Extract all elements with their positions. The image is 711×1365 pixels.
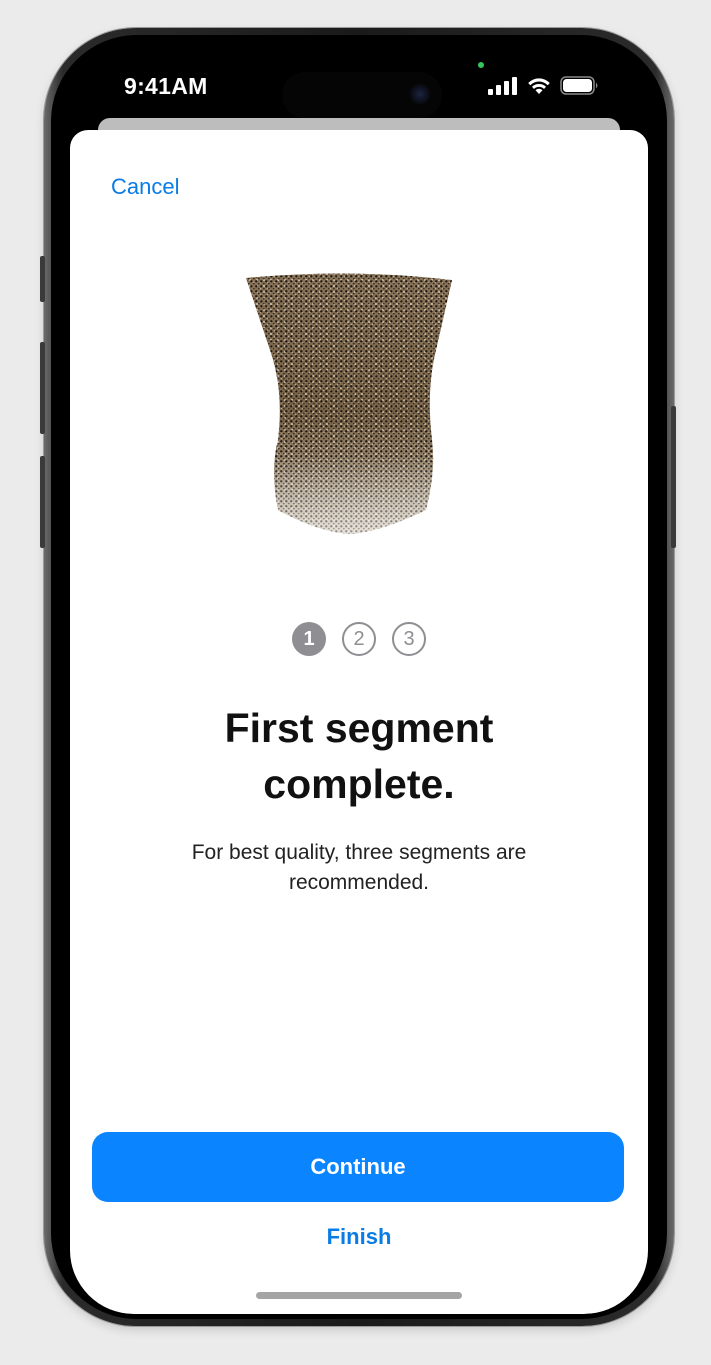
continue-button[interactable]: Continue bbox=[92, 1132, 624, 1202]
step-indicator-2: 2 bbox=[342, 622, 376, 656]
cancel-button[interactable]: Cancel bbox=[111, 174, 179, 200]
power-button bbox=[671, 406, 676, 548]
status-time: 9:41AM bbox=[124, 73, 208, 99]
phone-screen: 9:41AM Cancel 1 2 3 First segment comple… bbox=[58, 40, 660, 1314]
description-line-2: recommended. bbox=[288, 871, 430, 894]
volume-down-button bbox=[40, 456, 45, 548]
segment-progress: 1 2 3 bbox=[70, 622, 648, 656]
finish-button[interactable]: Finish bbox=[70, 1224, 648, 1250]
battery-icon bbox=[560, 76, 598, 95]
status-bar: 9:41AM bbox=[58, 40, 660, 120]
title-line-2: complete. bbox=[263, 761, 455, 807]
signal-icon bbox=[488, 76, 517, 95]
point-cloud-scan-image bbox=[240, 270, 460, 550]
modal-sheet: Cancel 1 2 3 First segment complete. For… bbox=[70, 130, 648, 1314]
status-icons bbox=[488, 76, 600, 95]
step-indicator-1: 1 bbox=[292, 622, 326, 656]
camera-in-use-indicator bbox=[478, 62, 484, 68]
description-line-1: For best quality, three segments are bbox=[191, 841, 527, 864]
volume-up-button bbox=[40, 342, 45, 434]
home-indicator bbox=[256, 1292, 462, 1299]
step-indicator-3: 3 bbox=[392, 622, 426, 656]
description: For best quality, three segments are rec… bbox=[150, 838, 568, 898]
page-title: First segment complete. bbox=[100, 700, 618, 812]
title-line-1: First segment bbox=[224, 705, 494, 751]
action-button bbox=[40, 256, 45, 302]
wifi-icon bbox=[528, 78, 550, 94]
front-camera bbox=[410, 84, 430, 104]
